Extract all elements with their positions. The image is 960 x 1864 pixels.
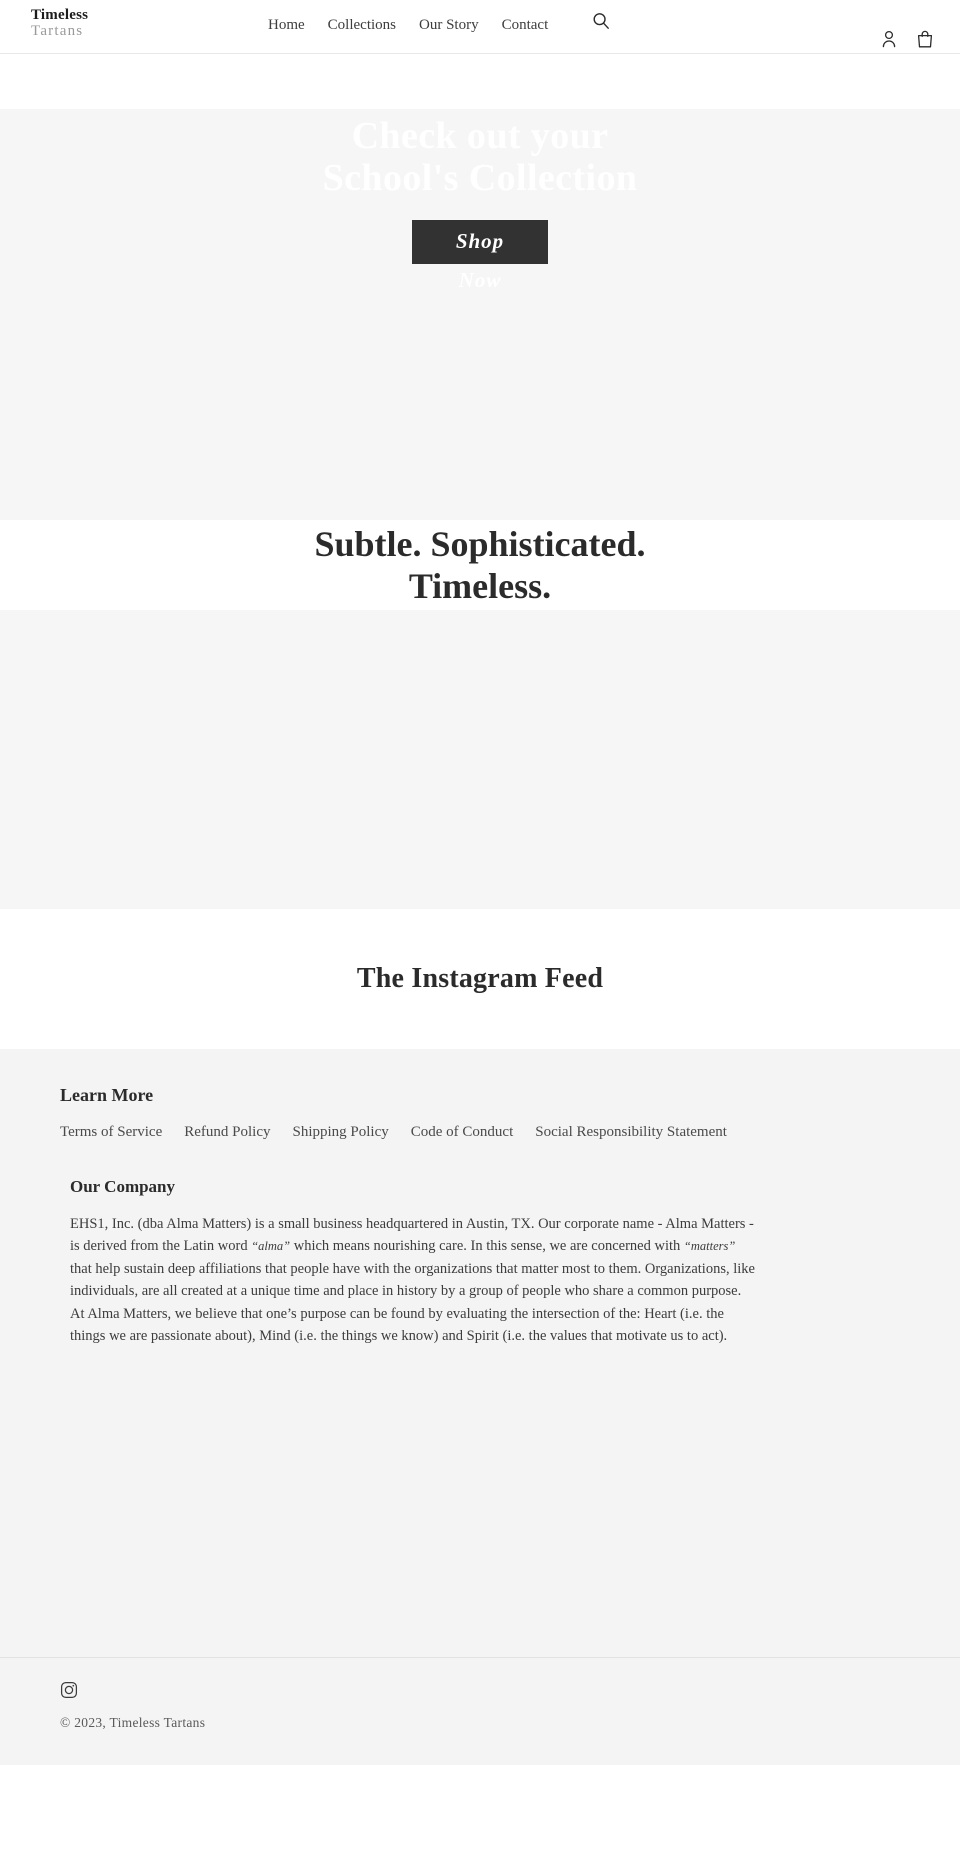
hero-banner: Check out your School's Collection Shop …: [0, 109, 960, 520]
tagline-heading: Subtle. Sophisticated. Timeless.: [314, 523, 645, 608]
footer-social-links: [60, 1681, 205, 1699]
instagram-feed-section: The Instagram Feed: [0, 909, 960, 1049]
hero-cta-wrapper: Shop Now: [0, 219, 960, 293]
footer-link-shipping-policy[interactable]: Shipping Policy: [293, 1124, 389, 1141]
footer-divider: [0, 1657, 960, 1658]
footer-link-code-of-conduct[interactable]: Code of Conduct: [411, 1124, 514, 1141]
company-text-segment-2: which means nourishing care. In this sen…: [290, 1238, 684, 1255]
tagline-section: Subtle. Sophisticated. Timeless.: [0, 520, 960, 610]
tagline-line-1: Subtle. Sophisticated.: [314, 523, 646, 564]
logo-line-tartans: Tartans: [31, 22, 84, 39]
footer-link-social-responsibility-statement[interactable]: Social Responsibility Statement: [535, 1124, 727, 1141]
footer-learn-more-heading: Learn More: [60, 1085, 154, 1105]
footer-bottom-bar: © 2023, Timeless Tartans: [60, 1681, 205, 1731]
hero-cta-subtext: Now: [458, 267, 502, 292]
footer-copyright: © 2023, Timeless Tartans: [60, 1715, 206, 1730]
instagram-feed-title: The Instagram Feed: [356, 963, 604, 994]
account-icon[interactable]: [878, 28, 900, 50]
footer-link-list: Terms of Service Refund Policy Shipping …: [60, 1124, 900, 1141]
tagline-line-2: Timeless.: [408, 566, 552, 606]
feature-image-block: [0, 610, 960, 909]
company-text-segment-3: that help sustain deep affiliations that…: [70, 1260, 755, 1345]
nav-item-collections[interactable]: Collections: [328, 17, 396, 34]
site-logo[interactable]: Timeless Tartans: [31, 7, 89, 40]
hero-title-line-1: Check out your: [351, 115, 609, 157]
footer-company-description: EHS1, Inc. (dba Alma Matters) is a small…: [70, 1213, 758, 1348]
search-icon[interactable]: [590, 10, 612, 32]
company-quote-alma: “alma”: [251, 1239, 291, 1254]
footer-link-refund-policy[interactable]: Refund Policy: [184, 1124, 270, 1141]
footer-our-company-heading: Our Company: [70, 1177, 176, 1196]
footer-link-terms-of-service[interactable]: Terms of Service: [60, 1124, 162, 1141]
hero-title: Check out your School's Collection: [0, 109, 960, 200]
page-root: Timeless Tartans Home Collections Our St…: [0, 0, 960, 1864]
site-header: Timeless Tartans Home Collections Our St…: [0, 0, 960, 54]
company-quote-matters: “matters”: [683, 1239, 736, 1254]
nav-item-contact[interactable]: Contact: [502, 17, 549, 34]
header-icon-group: [878, 28, 936, 50]
hero-title-line-2: School's Collection: [322, 156, 638, 199]
header-spacer: [0, 54, 960, 109]
nav-item-home[interactable]: Home: [268, 17, 305, 34]
cart-icon[interactable]: [914, 28, 936, 50]
site-footer: Learn More Terms of Service Refund Polic…: [0, 1049, 960, 1765]
main-navigation: Home Collections Our Story Contact: [268, 17, 548, 34]
hero-shop-button[interactable]: Shop: [411, 219, 549, 264]
nav-item-our-story[interactable]: Our Story: [419, 17, 479, 34]
logo-line-timeless: Timeless: [31, 7, 89, 23]
instagram-icon[interactable]: [60, 1681, 78, 1699]
